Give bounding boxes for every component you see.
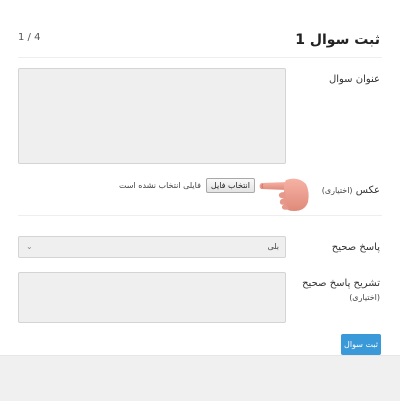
choose-file-button[interactable]: انتخاب فایل [205, 178, 255, 193]
explanation-label-text: تشریح پاسخ صحیح [302, 278, 380, 289]
footer-band [0, 355, 400, 401]
question-form-panel: ثبت سوال 1 1 / 4 عنوان سوال عکس (اختیاری… [0, 0, 400, 355]
divider [18, 215, 382, 216]
explanation-textarea[interactable] [18, 272, 286, 323]
page-title: ثبت سوال 1 [295, 32, 380, 48]
question-title-textarea[interactable] [18, 68, 286, 164]
pointing-hand-icon [259, 178, 309, 211]
image-label-text: عکس [355, 185, 380, 196]
chevron-down-icon: ⌄ [26, 242, 33, 251]
correct-answer-select[interactable]: بلی ⌄ [18, 236, 286, 258]
file-status-text: فایلی انتخاب نشده است [118, 181, 201, 190]
submit-question-button[interactable]: ثبت سوال [341, 334, 381, 355]
correct-answer-selected-value: بلی [267, 242, 279, 251]
explanation-optional-note: (اختیاری) [349, 293, 380, 302]
step-indicator: 1 / 4 [18, 32, 41, 43]
image-label: عکس (اختیاری) [322, 184, 380, 198]
question-title-label: عنوان سوال [328, 74, 380, 85]
correct-answer-label: پاسخ صحیح [331, 242, 380, 253]
divider [18, 57, 382, 58]
explanation-label: تشریح پاسخ صحیح (اختیاری) [302, 277, 380, 305]
image-optional-note: (اختیاری) [321, 186, 353, 195]
file-picker: انتخاب فایل فایلی انتخاب نشده است [119, 178, 255, 193]
